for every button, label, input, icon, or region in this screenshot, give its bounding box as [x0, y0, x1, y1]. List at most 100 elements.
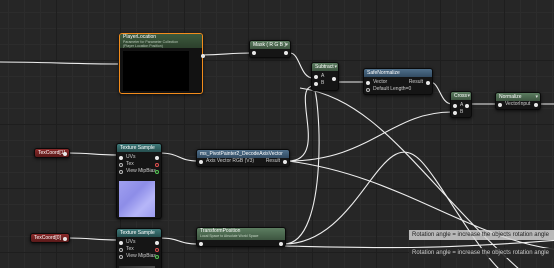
rotation-tooltip-top: Rotation angle = increase the objects ro…: [409, 230, 554, 240]
texture-sample-1-mip-pin[interactable]: [119, 169, 123, 174]
cross-pin-a[interactable]: [453, 103, 457, 108]
normalize-output-pin[interactable]: [534, 102, 538, 107]
texcoord-1-node[interactable]: TexCoord[1]: [34, 148, 70, 158]
chevron-down-icon[interactable]: ▾: [334, 64, 337, 71]
texture-sample-1-tex-label: Tex: [126, 161, 134, 167]
mask-rgb-title: Mask ( R G B ): [250, 41, 290, 49]
texture-sample-1-rgb-pin[interactable]: [155, 155, 159, 160]
texture-sample-2-mip-pin[interactable]: [119, 254, 123, 259]
mask-rgb-input-pin[interactable]: [252, 50, 256, 55]
chevron-down-icon[interactable]: ▾: [535, 94, 538, 101]
subtract-pin-a[interactable]: [314, 74, 318, 79]
texture-sample-2-tex-label: Tex: [126, 246, 134, 252]
normalize-input-label: VectorInput: [505, 101, 531, 107]
texture-sample-1-mip-row: View MipBias: [117, 168, 161, 175]
chevron-down-icon[interactable]: ▾: [467, 93, 470, 100]
mask-rgb-node[interactable]: Mask ( R G B ) ▾: [249, 40, 291, 58]
normalize-node[interactable]: Normalize ▾ VectorInput: [495, 92, 541, 110]
wire-playerlocation-to-mask: [200, 52, 252, 56]
texture-sample-2-title: Texture Sample: [117, 229, 161, 237]
cross-pin-a-row: A: [451, 102, 471, 109]
texture-sample-1-uvs-pin[interactable]: [119, 155, 123, 160]
subtract-pin-b-label: B: [321, 80, 325, 86]
normalize-title: Normalize: [496, 93, 540, 101]
wire-safenormalize-to-cross: [429, 81, 453, 105]
texture-sample-2-tex-pin[interactable]: [119, 247, 123, 252]
transform-position-node[interactable]: TransformPosition Local Space to Absolut…: [196, 227, 286, 247]
mask-rgb-pins: [250, 49, 290, 56]
wire-tex2-to-transform: [159, 237, 199, 245]
cross-pin-a-label: A: [460, 102, 464, 108]
cross-pin-b-row: B: [451, 109, 471, 116]
safe-normalize-vector-label: Vector: [373, 79, 388, 85]
wire-decode-to-cross-b: [287, 111, 453, 162]
transform-position-header: TransformPosition Local Space to Absolut…: [197, 228, 285, 240]
mask-rgb-output-pin[interactable]: [284, 50, 288, 55]
player-location-header: PlayerLocation Parameter for Parameter C…: [120, 34, 202, 48]
texture-sample-1-title: Texture Sample: [117, 144, 161, 152]
texture-sample-2-mip-row: View MipBias: [117, 253, 161, 260]
texture-sample-2-uvs-pin[interactable]: [119, 240, 123, 245]
texture-sample-1-g-pin[interactable]: [155, 169, 159, 174]
texcoord-1-output-pin[interactable]: [63, 152, 67, 156]
safe-normalize-result-label: Result: [408, 79, 423, 85]
texture-sample-1-uvs-row: UVs: [117, 154, 161, 161]
wire-tex1-to-decode: [159, 152, 199, 162]
wire-long-1: [299, 87, 519, 268]
normalize-input-row: VectorInput: [496, 101, 540, 108]
transform-position-input-pin[interactable]: [199, 241, 203, 246]
texture-sample-2-rgb-pin[interactable]: [155, 240, 159, 245]
subtract-pin-b[interactable]: [314, 81, 318, 86]
transform-position-pin-row: [197, 240, 285, 247]
cross-pin-b[interactable]: [453, 110, 457, 115]
subtract-pin-a-row: A: [312, 73, 338, 81]
texcoord-0-node[interactable]: TexCoord[0]: [30, 233, 70, 243]
texture-sample-2-tex-row: Tex: [117, 246, 161, 253]
wire-decode-to-subtract-b: [287, 85, 314, 162]
transform-position-output-pin[interactable]: [279, 241, 283, 246]
chevron-down-icon[interactable]: ▾: [285, 42, 288, 49]
decode-axis-node[interactable]: ms_PivotPainter2_DecodeAxisVector Axis V…: [196, 149, 290, 167]
safe-normalize-title: SafeNormalize: [364, 69, 432, 77]
player-location-node[interactable]: PlayerLocation Parameter for Parameter C…: [119, 33, 205, 94]
texture-sample-1-preview: [119, 181, 155, 217]
safe-normalize-node[interactable]: SafeNormalize Vector Result Default Leng…: [363, 68, 433, 95]
safe-normalize-default-label: Default Length=0: [373, 86, 412, 92]
wire-texcoord1-to-tex1: [68, 152, 119, 156]
wire-texcoord0-to-tex2: [68, 237, 119, 241]
wire-top-left: [0, 61, 119, 65]
texture-sample-2-mip-label: View MipBias: [126, 253, 156, 259]
texture-sample-1-mip-label: View MipBias: [126, 168, 156, 174]
safe-normalize-default-pin[interactable]: [366, 87, 370, 92]
decode-axis-input-pin[interactable]: [199, 159, 203, 164]
texture-sample-1-node[interactable]: Texture Sample UVs Tex View MipBias: [116, 143, 162, 219]
rotation-tooltip-bottom-text: Rotation angle = increase the objects ro…: [412, 250, 549, 256]
cross-node[interactable]: Cross ▾ A B: [450, 91, 472, 118]
decode-axis-output-pin[interactable]: [283, 159, 287, 164]
decode-axis-input-row: Axis Vector RGB (V3) Result: [197, 158, 289, 165]
subtract-node[interactable]: Subtract ▾ A B: [311, 62, 339, 91]
cross-output-pin[interactable]: [465, 103, 469, 108]
texture-sample-1-tex-pin[interactable]: [119, 162, 123, 167]
cross-pin-b-label: B: [460, 109, 464, 115]
safe-normalize-output-pin[interactable]: [426, 80, 430, 85]
rotation-tooltip-bottom: Rotation angle = increase the objects ro…: [409, 248, 554, 258]
player-location-desc-2: (Player Location Position): [123, 44, 163, 48]
subtract-pin-a-label: A: [321, 73, 325, 79]
transform-position-subtitle: Local Space to Absolute World Space: [200, 234, 259, 238]
normalize-input-pin[interactable]: [498, 102, 502, 107]
player-location-output-pin[interactable]: [201, 54, 205, 58]
rotation-tooltip-top-text: Rotation angle = increase the objects ro…: [412, 232, 549, 238]
texture-sample-1-pins: UVs Tex View MipBias: [117, 154, 161, 175]
safe-normalize-default-row: Default Length=0: [364, 86, 432, 93]
safe-normalize-vector-pin[interactable]: [366, 80, 370, 85]
texture-sample-2-g-pin[interactable]: [155, 254, 159, 259]
texture-sample-1-r-pin[interactable]: [155, 162, 159, 167]
texture-sample-1-uvs-label: UVs: [126, 154, 136, 160]
texture-sample-2-uvs-row: UVs: [117, 239, 161, 246]
decode-axis-result-label: Result: [265, 158, 280, 164]
texture-sample-2-node[interactable]: Texture Sample UVs Tex View MipBias: [116, 228, 162, 268]
texture-sample-2-r-pin[interactable]: [155, 247, 159, 252]
texture-sample-2-pins: UVs Tex View MipBias: [117, 239, 161, 260]
texcoord-0-output-pin[interactable]: [63, 237, 67, 241]
